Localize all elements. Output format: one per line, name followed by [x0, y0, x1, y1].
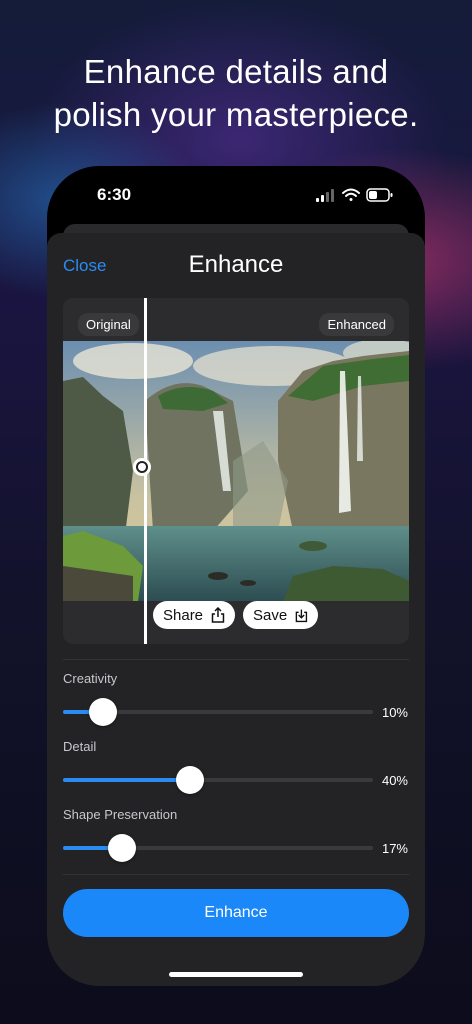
share-button[interactable]: Share [153, 601, 235, 629]
before-after-viewer[interactable]: Original Enhanced Share Save [63, 298, 409, 644]
status-icons [316, 188, 393, 202]
creativity-label: Creativity [63, 671, 118, 686]
headline-line-1: Enhance details and [83, 53, 389, 90]
divider-handle[interactable] [133, 458, 151, 476]
shape-preservation-slider[interactable] [63, 834, 373, 862]
status-time: 6:30 [97, 185, 132, 204]
enhanced-tag: Enhanced [319, 313, 394, 336]
download-icon [295, 609, 308, 622]
detail-value: 40% [381, 773, 408, 788]
detail-slider-fill [63, 778, 191, 782]
wifi-icon [342, 188, 360, 201]
section-divider [63, 659, 409, 660]
enhance-button[interactable]: Enhance [63, 889, 409, 937]
sheet-title: Enhance [188, 251, 284, 278]
creativity-value: 10% [381, 705, 408, 720]
share-label: Share [163, 606, 204, 624]
section-divider [63, 874, 409, 875]
creativity-slider[interactable] [63, 698, 373, 726]
detail-slider-thumb[interactable] [176, 766, 205, 794]
shape-preservation-value: 17% [381, 841, 408, 856]
shape-preservation-label: Shape Preservation [63, 807, 178, 822]
headline: Enhance details and polish your masterpi… [0, 50, 472, 136]
save-label: Save [253, 606, 288, 624]
detail-slider[interactable] [63, 766, 373, 794]
share-icon [211, 607, 225, 623]
landscape-image [63, 341, 409, 601]
save-button[interactable]: Save [243, 601, 318, 629]
battery-icon [366, 188, 393, 202]
home-indicator [169, 972, 303, 977]
headline-line-2: polish your masterpiece. [53, 96, 419, 133]
shape-preservation-slider-thumb[interactable] [107, 834, 136, 862]
signal-icon [316, 189, 334, 202]
original-tag: Original [78, 313, 139, 336]
detail-label: Detail [63, 739, 97, 754]
